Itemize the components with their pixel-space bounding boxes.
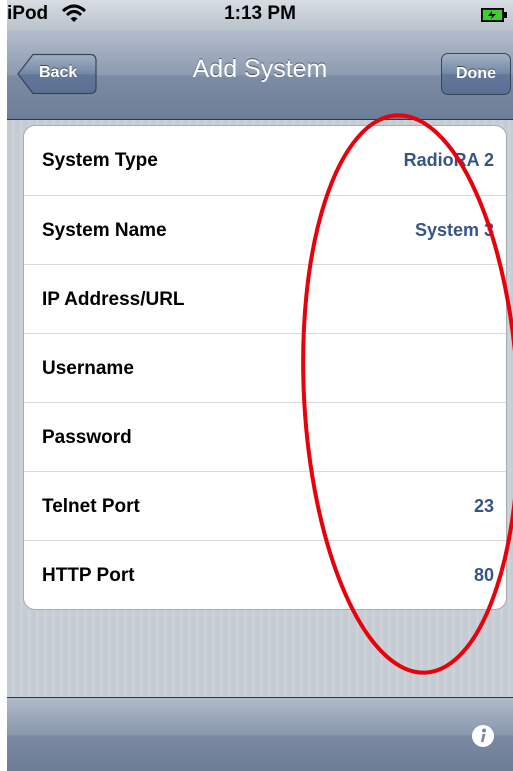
row-label: Username — [42, 358, 134, 379]
navigation-bar: Back Add System Done — [7, 31, 513, 120]
info-icon[interactable] — [471, 724, 495, 748]
row-http-port[interactable]: HTTP Port 80 — [24, 540, 506, 609]
row-ip-address[interactable]: IP Address/URL — [24, 264, 506, 333]
ios-screen: iPod 1:13 PM Back Add System Done System… — [7, 0, 513, 771]
row-username[interactable]: Username — [24, 333, 506, 402]
row-label: Telnet Port — [42, 496, 140, 517]
row-label: System Name — [42, 220, 167, 241]
row-label: HTTP Port — [42, 565, 135, 586]
row-label: System Type — [42, 150, 158, 171]
row-telnet-port[interactable]: Telnet Port 23 — [24, 471, 506, 540]
row-value: 23 — [473, 496, 494, 516]
row-value: RadioRA 2 — [403, 150, 494, 170]
row-system-type[interactable]: System Type RadioRA 2 — [24, 126, 506, 195]
row-label: IP Address/URL — [42, 289, 185, 310]
row-system-name[interactable]: System Name System 3 — [24, 195, 506, 264]
status-time: 1:13 PM — [224, 3, 296, 24]
status-bar: iPod 1:13 PM — [7, 0, 513, 31]
row-value: System 3 — [414, 220, 494, 240]
done-button[interactable]: Done — [441, 53, 511, 95]
settings-content: System Type RadioRA 2 System Name System… — [7, 120, 513, 697]
bottom-toolbar — [7, 697, 513, 771]
battery-charging-icon — [481, 8, 507, 22]
page-title: Add System — [192, 55, 328, 83]
settings-table: System Type RadioRA 2 System Name System… — [23, 125, 507, 610]
row-label: Password — [42, 427, 132, 448]
row-password[interactable]: Password — [24, 402, 506, 471]
row-value: 80 — [473, 565, 494, 585]
